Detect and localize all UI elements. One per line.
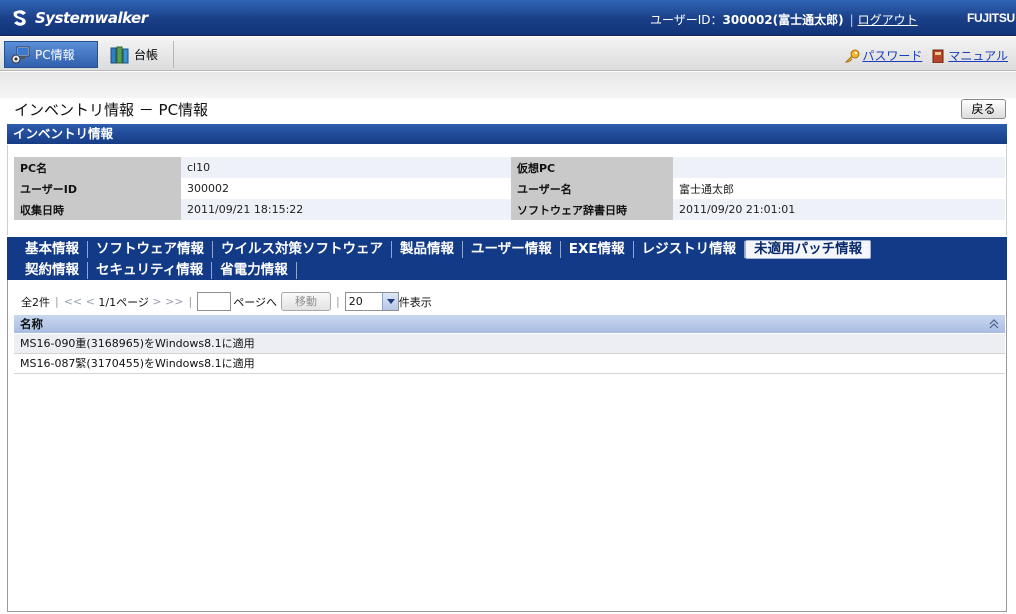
info-value: 富士通太郎 — [673, 178, 1005, 199]
tab-user-info[interactable]: ユーザー情報 — [463, 240, 561, 258]
manual-book-icon — [932, 49, 944, 63]
brand-name: Systemwalker — [35, 9, 148, 27]
tab-antivirus-software[interactable]: ウイルス対策ソフトウェア — [213, 240, 392, 258]
list-item[interactable]: MS16-090重(3168965)をWindows8.1に適用 — [14, 334, 1005, 354]
detail-tab-bar: 基本情報 ソフトウェア情報 ウイルス対策ソフトウェア 製品情報 ユーザー情報 E… — [7, 237, 1007, 280]
nav-tab-ledger[interactable]: 台帳 — [104, 41, 174, 68]
header-separator: | — [849, 13, 854, 27]
total-count: 全2件 — [21, 295, 50, 309]
tab-unapplied-patch-info[interactable]: 未適用パッチ情報 — [745, 239, 872, 259]
sort-chevron-up-icon[interactable] — [989, 318, 999, 330]
page-size-select[interactable]: 20 — [344, 292, 399, 311]
user-id-label: ユーザーID： — [650, 13, 723, 27]
main-toolbar: PC情報 台帳 パスワード マニュアル — [0, 37, 1016, 71]
pager-divider: | — [188, 295, 193, 308]
tab-contract-info[interactable]: 契約情報 — [17, 261, 88, 279]
prev-page-button[interactable]: < — [86, 295, 95, 308]
first-page-button[interactable]: << — [64, 295, 82, 308]
list-item[interactable]: MS16-087緊(3170455)をWindows8.1に適用 — [14, 354, 1005, 374]
back-button[interactable]: 戻る — [961, 99, 1006, 119]
pagination-bar: 全2件 | << < 1/1ページ > >> | ページへ 移動 | 20 件表… — [21, 292, 432, 311]
key-icon — [845, 49, 860, 62]
page-indicator: 1/1ページ — [98, 295, 149, 309]
info-row: 収集日時 2011/09/21 18:15:22 ソフトウェア辞書日時 2011… — [14, 199, 1005, 220]
tab-exe-info[interactable]: EXE情報 — [561, 240, 634, 258]
page-size-value: 20 — [348, 295, 363, 308]
pager-divider: | — [336, 295, 340, 308]
info-label: 仮想PC — [511, 157, 673, 178]
info-value: 2011/09/21 18:15:22 — [181, 199, 511, 220]
info-value: 2011/09/20 21:01:01 — [673, 199, 1005, 220]
info-label: PC名 — [14, 157, 181, 178]
gray-band — [0, 72, 1016, 98]
info-label: 収集日時 — [14, 199, 181, 220]
tab-security-info[interactable]: セキュリティ情報 — [88, 261, 213, 279]
info-value: cl10 — [181, 157, 511, 178]
page-size-suffix: 件表示 — [398, 295, 432, 309]
pager-divider: | — [55, 295, 59, 308]
info-label: ユーザー名 — [511, 178, 673, 199]
manual-link[interactable]: マニュアル — [948, 47, 1008, 64]
brand: Systemwalker — [12, 8, 148, 28]
user-info: ユーザーID：300002(富士通太郎) | ログアウト — [650, 11, 918, 28]
tab-product-info[interactable]: 製品情報 — [392, 240, 463, 258]
page-title: インベントリ情報 － PC情報 — [14, 101, 209, 119]
systemwalker-logo-icon — [13, 10, 26, 26]
goto-page-label: ページへ — [233, 295, 278, 309]
info-row: PC名 cl10 仮想PC — [14, 157, 1005, 178]
nav-tab-pc-info-label: PC情報 — [35, 48, 75, 62]
utility-links: パスワード マニュアル — [836, 47, 1008, 64]
info-row: ユーザーID 300002 ユーザー名 富士通太郎 — [14, 178, 1005, 199]
move-button[interactable]: 移動 — [281, 292, 332, 311]
tab-registry-info[interactable]: レジストリ情報 — [634, 240, 746, 258]
info-label: ユーザーID — [14, 178, 181, 199]
dropdown-arrow-icon — [381, 293, 398, 310]
info-value — [673, 157, 1005, 178]
pc-icon — [11, 46, 30, 63]
section-header-inventory: インベントリ情報 — [7, 124, 1007, 144]
column-name-label: 名称 — [20, 317, 43, 331]
fujitsu-logo: FUJITSU — [967, 11, 1015, 25]
page-number-input[interactable] — [197, 292, 232, 311]
tab-power-saving-info[interactable]: 省電力情報 — [212, 261, 297, 279]
tab-software-info[interactable]: ソフトウェア情報 — [88, 240, 213, 258]
top-header: Systemwalker ユーザーID：300002(富士通太郎) | ログアウト … — [0, 0, 1016, 36]
ledger-books-icon — [110, 46, 129, 63]
nav-tab-pc-info[interactable]: PC情報 — [4, 41, 98, 68]
tab-row-1: 基本情報 ソフトウェア情報 ウイルス対策ソフトウェア 製品情報 ユーザー情報 E… — [17, 239, 872, 259]
logout-link[interactable]: ログアウト — [858, 13, 918, 27]
info-value: 300002 — [181, 178, 511, 199]
tab-basic-info[interactable]: 基本情報 — [17, 240, 88, 258]
last-page-button[interactable]: >> — [165, 295, 183, 308]
next-page-button[interactable]: > — [152, 295, 161, 308]
inventory-info-table: PC名 cl10 仮想PC ユーザーID 300002 ユーザー名 富士通太郎 … — [14, 157, 1005, 220]
info-label: ソフトウェア辞書日時 — [511, 199, 673, 220]
password-link[interactable]: パスワード — [862, 47, 922, 64]
nav-tab-ledger-label: 台帳 — [134, 48, 159, 62]
list-header-name[interactable]: 名称 — [14, 315, 1005, 333]
tab-row-2: 契約情報 セキュリティ情報 省電力情報 — [17, 260, 297, 280]
user-id-value: 300002(富士通太郎) — [722, 13, 844, 27]
